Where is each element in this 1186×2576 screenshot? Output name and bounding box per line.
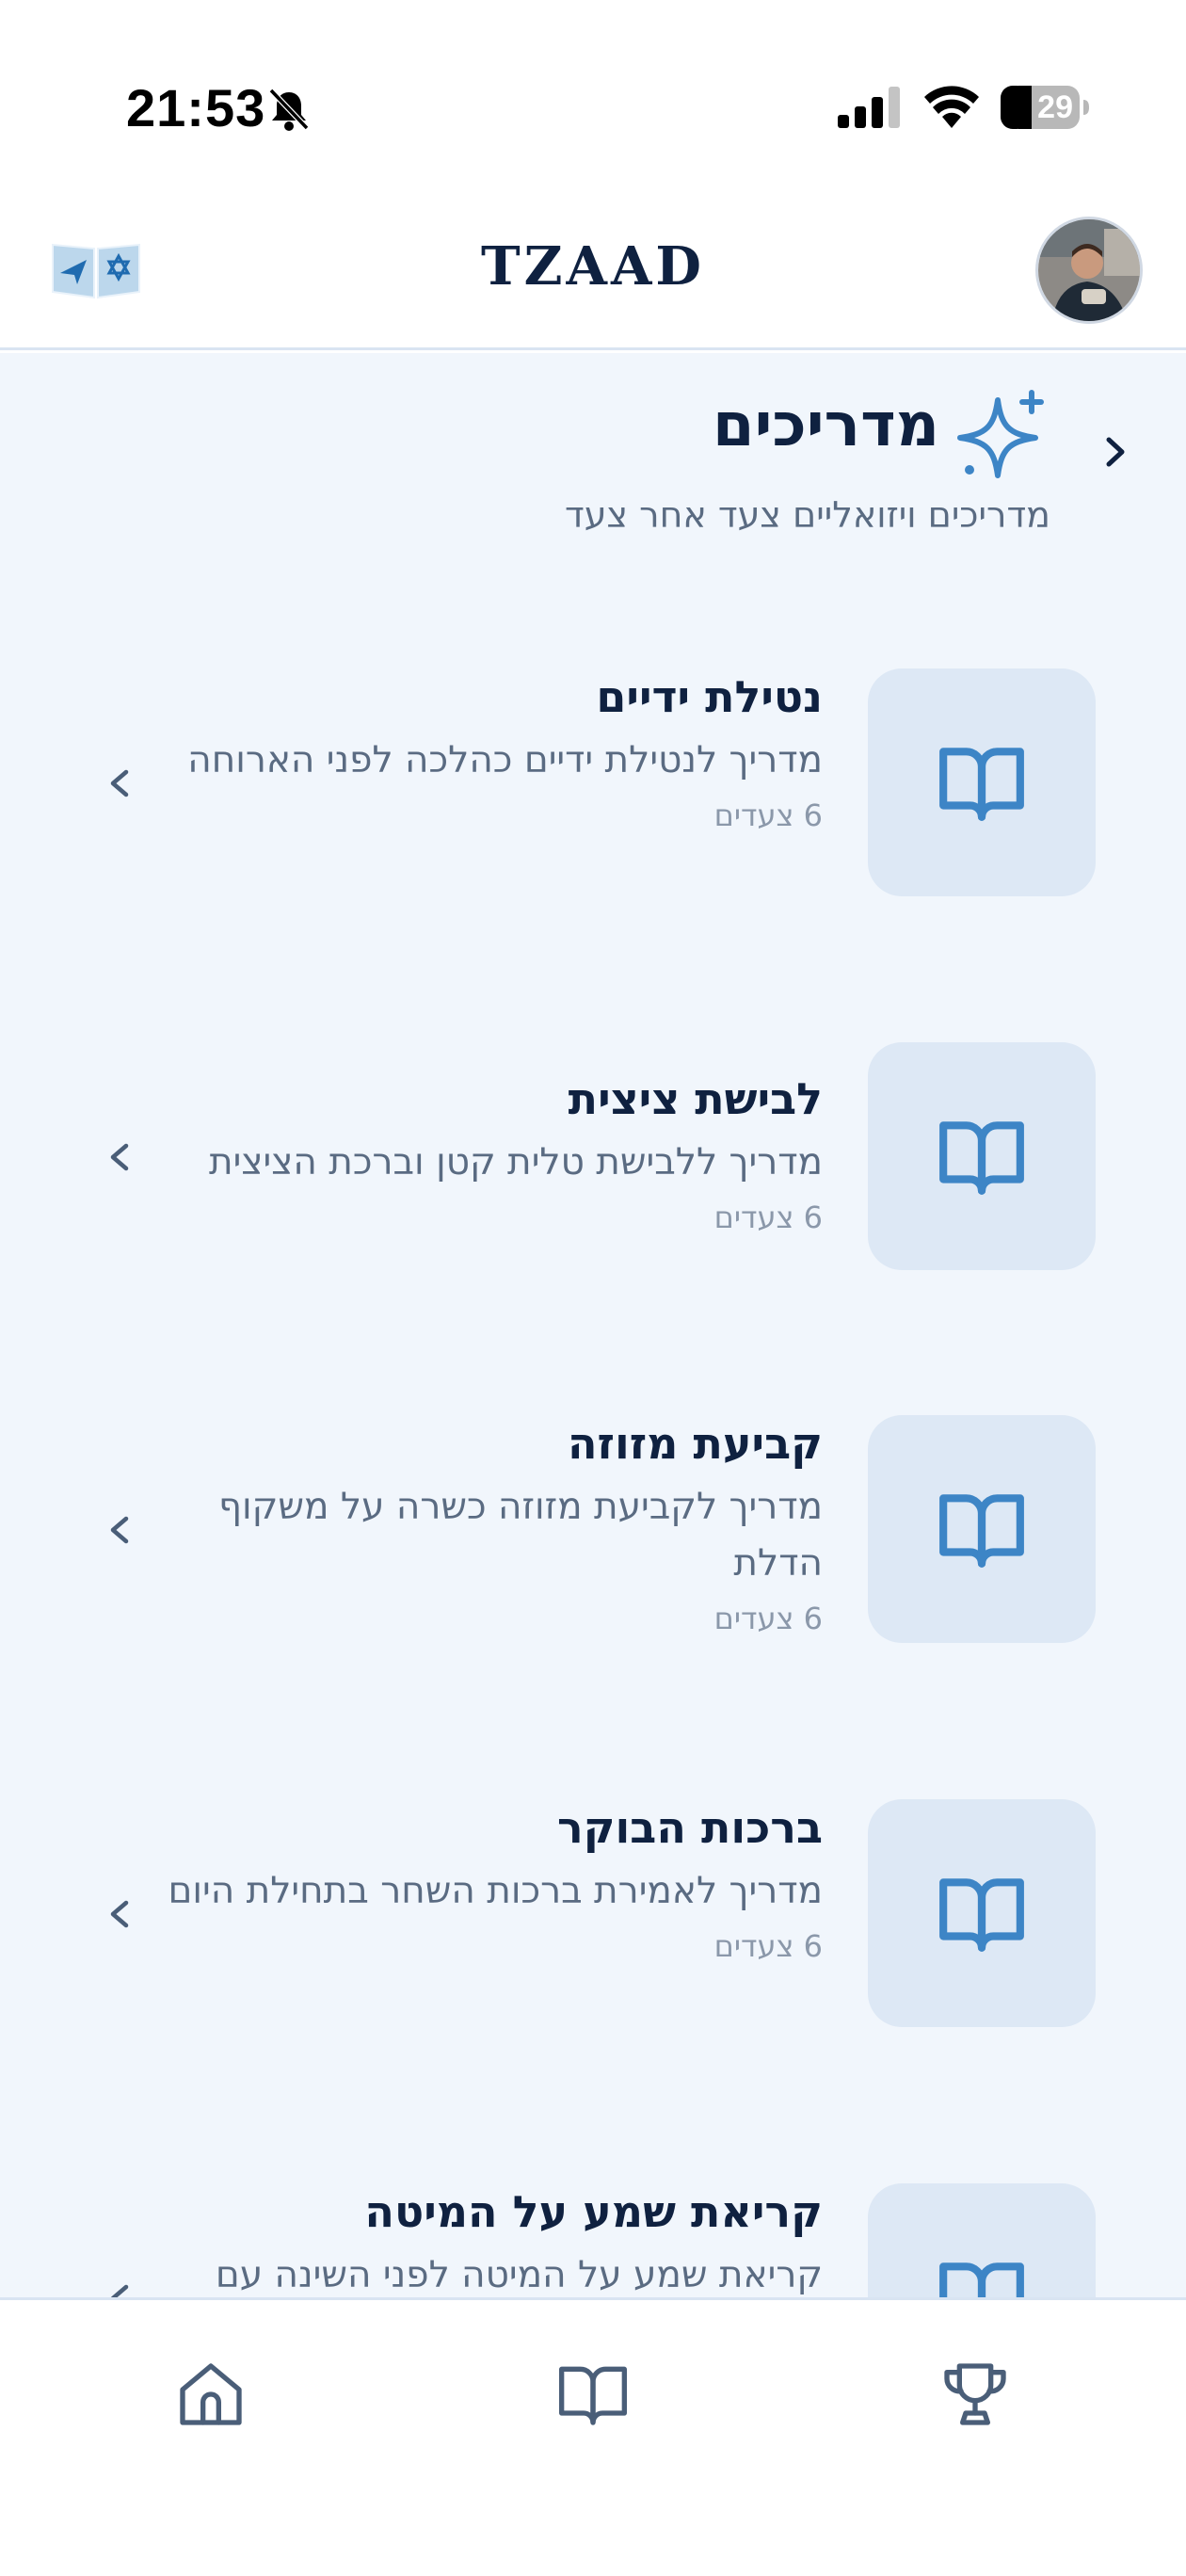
cellular-signal-icon — [838, 87, 900, 128]
book-icon[interactable] — [555, 2357, 631, 2432]
guide-thumbnail — [868, 1042, 1096, 1270]
guide-description: קריאת שמע על המיטה לפני השינה עם — [215, 2254, 823, 2296]
guide-title: ברכות הבוקר — [556, 1802, 823, 1853]
guide-title: קריאת שמע על המיטה — [364, 2186, 823, 2237]
guide-card[interactable]: נטילת ידיים מדריך לנטילת ידיים כהלכה לפנ… — [0, 668, 1186, 913]
section-subtitle: מדריכים ויזואליים צעד אחר צעד — [564, 494, 1050, 536]
guide-title: לבישת ציצית — [568, 1073, 823, 1124]
guide-description: מדריך לקביעת מזוזה כשרה על משקוף הדלת — [218, 1486, 823, 1585]
guide-thumbnail — [868, 1415, 1096, 1643]
guide-thumbnail — [868, 2183, 1096, 2297]
book-open-icon — [939, 1878, 1024, 1952]
trophy-icon[interactable] — [938, 2357, 1013, 2432]
bell-off-icon — [268, 88, 310, 131]
app-header: TZAAD — [0, 188, 1186, 350]
guide-steps-count: 6 צעדים — [713, 797, 823, 833]
status-time: 21:53 — [126, 78, 266, 137]
guide-steps-count: 6 צעדים — [713, 1928, 823, 1964]
guide-thumbnail — [868, 668, 1096, 896]
chevron-left-icon[interactable] — [104, 2272, 136, 2297]
chevron-right-icon[interactable] — [1098, 428, 1135, 475]
chevron-left-icon[interactable] — [104, 1504, 136, 1556]
book-open-icon — [939, 2262, 1024, 2297]
guide-title: קביעת מזוזה — [567, 1418, 823, 1469]
sparkle-icon — [957, 390, 1044, 478]
guide-card[interactable]: לבישת ציצית מדריך ללבישת טלית קטן וברכת … — [0, 1042, 1186, 1287]
wifi-icon — [924, 86, 979, 128]
app-title: TZAAD — [480, 235, 705, 298]
guide-description: מדריך ללבישת טלית קטן וברכת הציצית — [209, 1141, 823, 1183]
user-avatar-image — [1038, 219, 1140, 321]
chevron-left-icon[interactable] — [104, 1888, 136, 1940]
book-open-icon — [939, 1494, 1024, 1568]
book-open-icon — [939, 1121, 1024, 1195]
guide-description: מדריך לנטילת ידיים כהלכה לפני הארוחה — [187, 739, 823, 781]
guides-screen[interactable]: מדריכים מדריכים ויזואליים צעד אחר צעד נט… — [0, 353, 1186, 2297]
guide-description: מדריך לאמירת ברכות השחר בתחילת היום — [168, 1870, 823, 1912]
home-icon[interactable] — [173, 2357, 248, 2432]
section-title: מדריכים — [713, 391, 939, 460]
battery-level: 29 — [1037, 89, 1073, 125]
guide-steps-count: 6 צעדים — [713, 1199, 823, 1235]
guide-thumbnail — [868, 1799, 1096, 2027]
guide-steps-count: 6 צעדים — [713, 1601, 823, 1636]
chevron-left-icon[interactable] — [104, 1131, 136, 1183]
status-bar: 21:53 29 — [0, 0, 1186, 188]
bottom-nav — [0, 2297, 1186, 2576]
guide-card[interactable]: ברכות הבוקר מדריך לאמירת ברכות השחר בתחי… — [0, 1799, 1186, 2044]
guide-card[interactable]: קריאת שמע על המיטה קריאת שמע על המיטה לפ… — [0, 2183, 1186, 2297]
avatar[interactable] — [1035, 217, 1143, 324]
guide-card[interactable]: קביעת מזוזה מדריך לקביעת מזוזה כשרה על מ… — [0, 1415, 1186, 1660]
chevron-left-icon[interactable] — [104, 757, 136, 810]
book-open-icon — [939, 748, 1024, 821]
guide-title: נטילת ידיים — [596, 671, 823, 722]
